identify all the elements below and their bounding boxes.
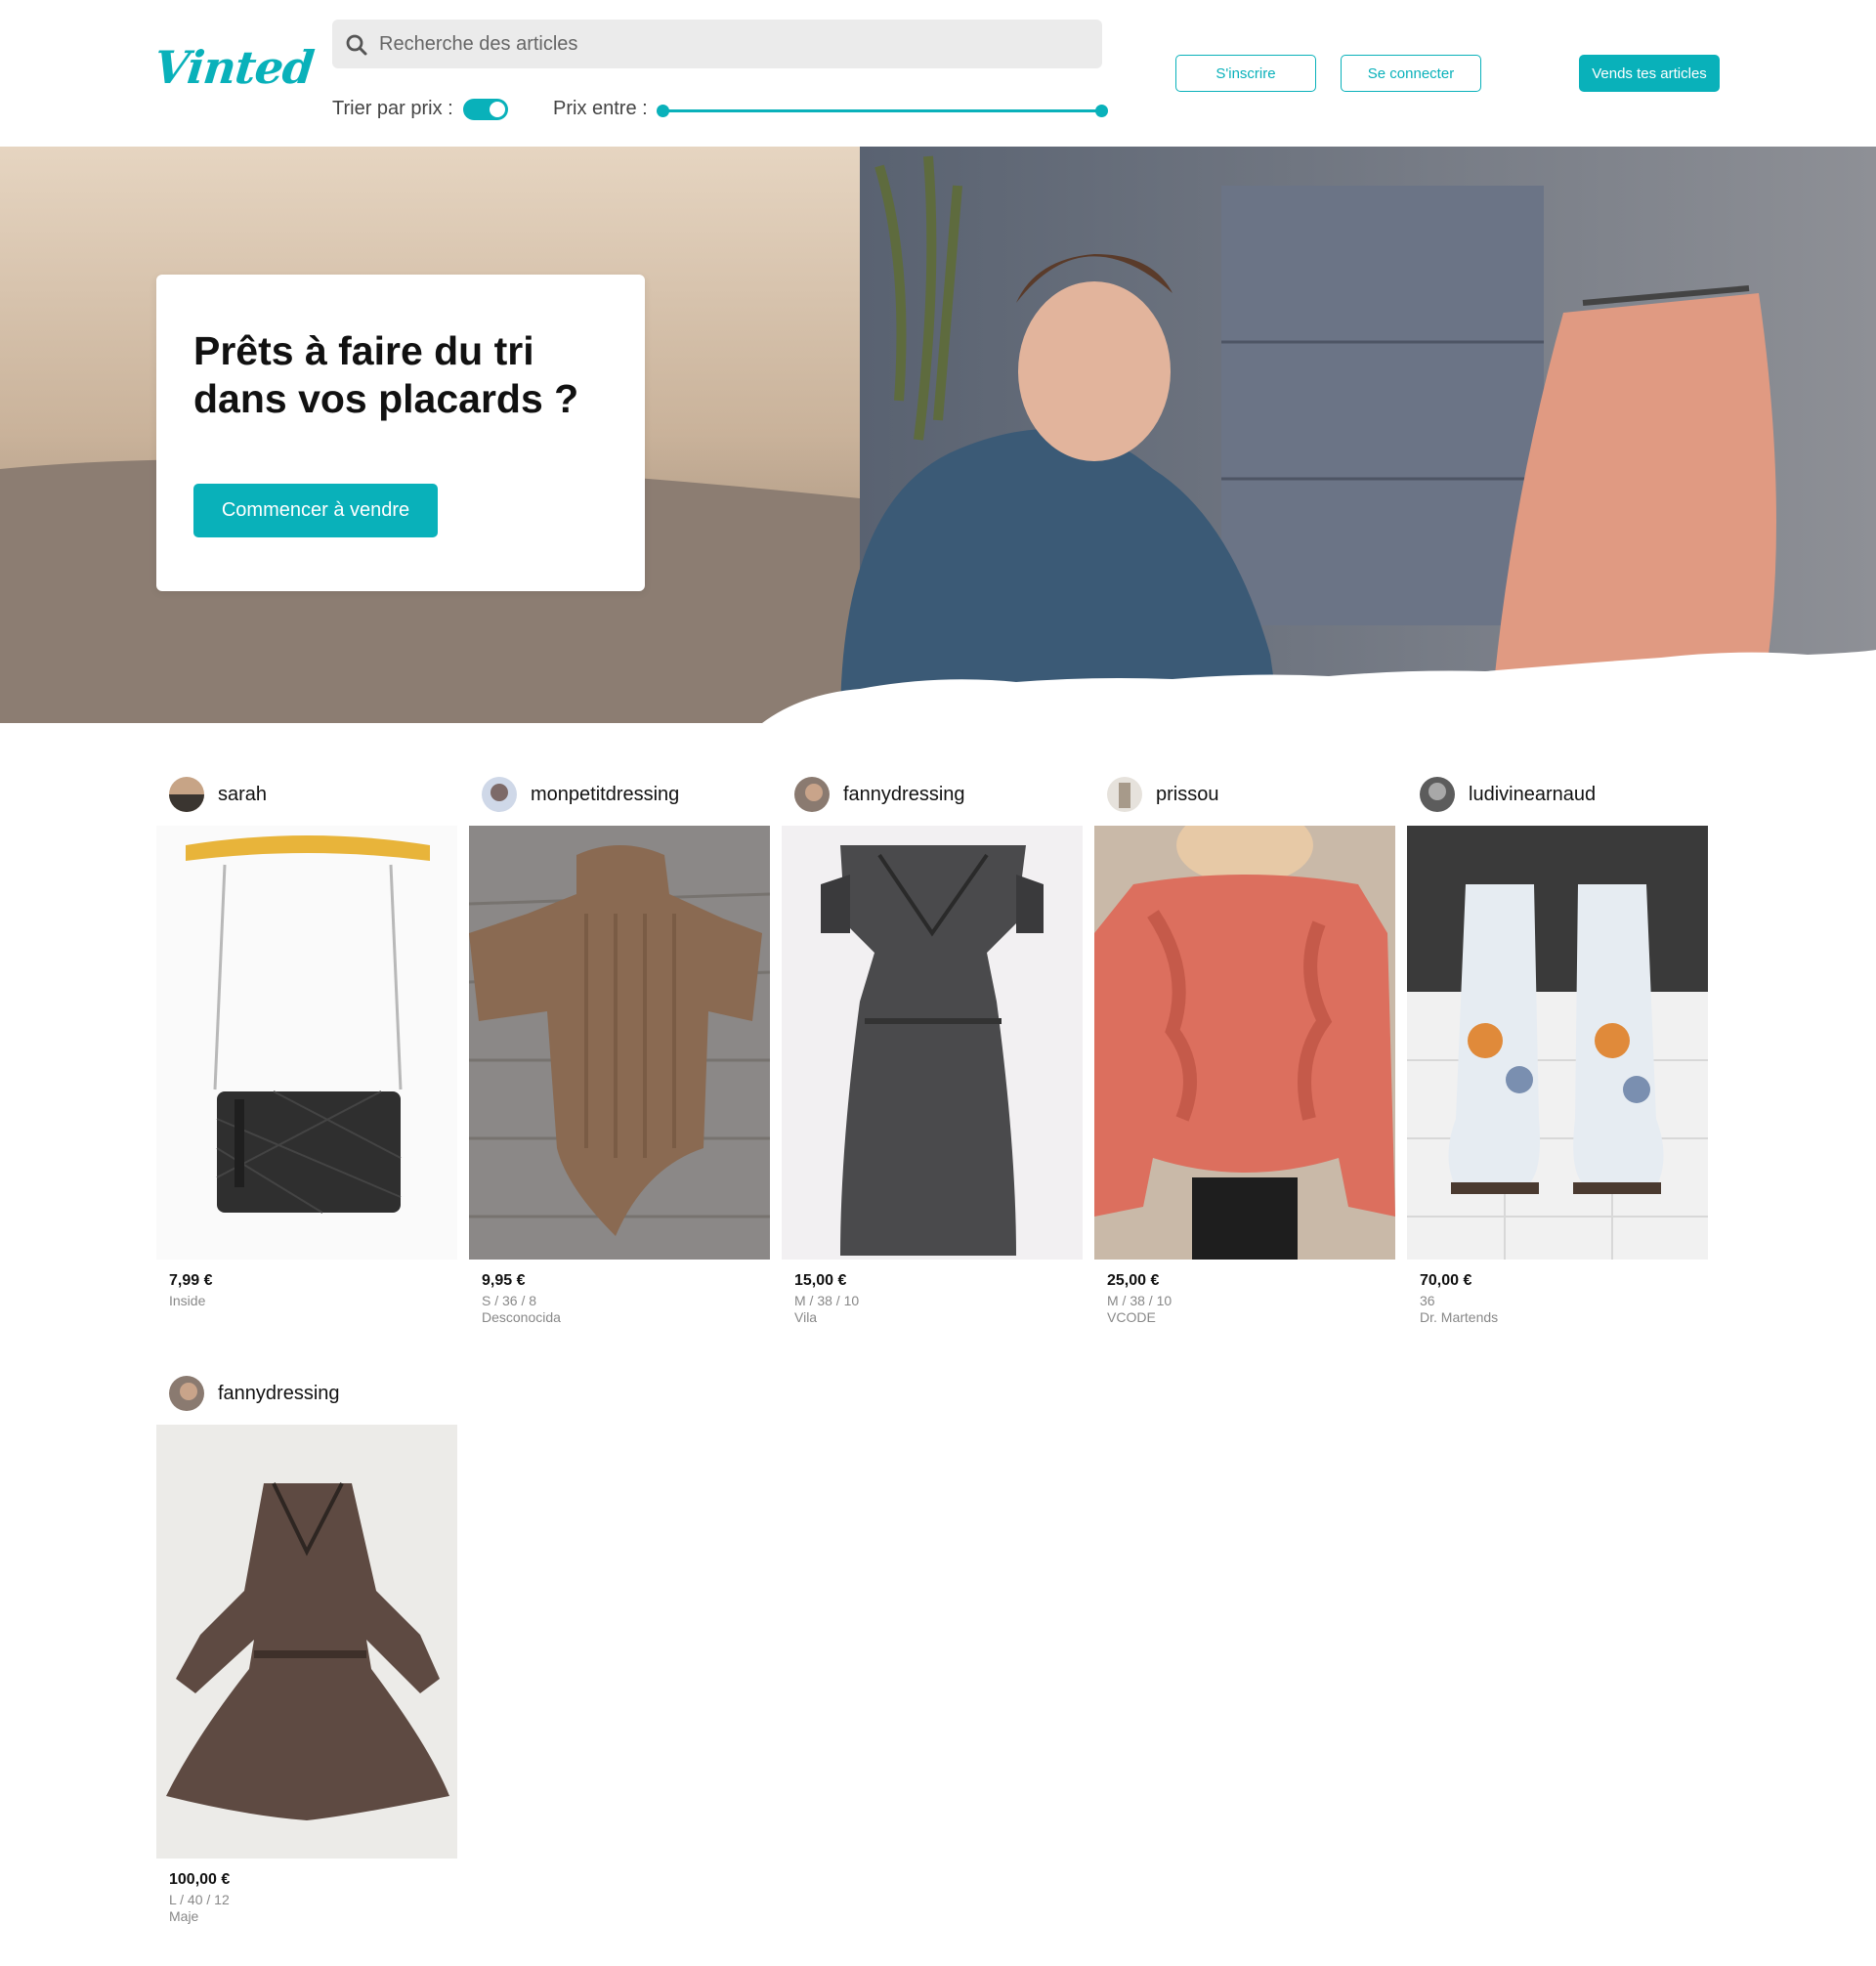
- item-price: 25,00 €: [1107, 1272, 1160, 1289]
- seller-username: sarah: [218, 783, 268, 805]
- sweater-icon: [469, 826, 770, 1260]
- item-details: Inside: [169, 1293, 205, 1309]
- item-price: 15,00 €: [794, 1272, 847, 1289]
- item-brand: VCODE: [1107, 1309, 1156, 1325]
- item-size: M / 38 / 10: [794, 1293, 860, 1308]
- avatar: [482, 777, 517, 812]
- vinted-logo[interactable]: Vinted: [151, 41, 316, 94]
- search-bar[interactable]: [332, 20, 1102, 68]
- item-size: M / 38 / 10: [1107, 1293, 1172, 1308]
- login-button[interactable]: Se connecter: [1341, 55, 1481, 92]
- item-seller[interactable]: fannydressing: [794, 777, 965, 812]
- sort-toggle[interactable]: [462, 98, 508, 120]
- hero-title: Prêts à faire du tri dans vos placards ?: [193, 328, 579, 421]
- item-seller[interactable]: monpetitdressing: [482, 777, 679, 812]
- boots-icon: [1407, 826, 1708, 1260]
- avatar: [169, 777, 204, 812]
- start-selling-button[interactable]: Commencer à vendre: [193, 484, 438, 537]
- item-size: S / 36 / 8: [482, 1293, 537, 1308]
- price-filter: Prix entre :: [553, 98, 648, 120]
- item-brand: Inside: [169, 1293, 206, 1308]
- search-input[interactable]: [379, 20, 1083, 68]
- avatar: [1107, 777, 1142, 812]
- item-photo[interactable]: [156, 1425, 457, 1859]
- avatar: [794, 777, 830, 812]
- price-range-slider[interactable]: [657, 105, 1108, 117]
- item-details: M / 38 / 10 VCODE: [1107, 1293, 1172, 1326]
- header: Vinted Trier par prix : Prix entre : S'i…: [0, 0, 1876, 147]
- item-price: 100,00 €: [169, 1871, 231, 1888]
- item-price: 7,99 €: [169, 1272, 213, 1289]
- seller-username: monpetitdressing: [531, 783, 680, 805]
- item-photo[interactable]: [1407, 826, 1708, 1260]
- item-price: 9,95 €: [482, 1272, 526, 1289]
- toggle-knob: [489, 101, 505, 117]
- item-photo[interactable]: [469, 826, 770, 1260]
- sell-items-button[interactable]: Vends tes articles: [1579, 55, 1720, 92]
- seller-username: ludivinearnaud: [1469, 783, 1597, 805]
- item-details: 36 Dr. Martends: [1420, 1293, 1498, 1326]
- item-photo[interactable]: [156, 826, 457, 1260]
- range-max-handle[interactable]: [1095, 105, 1108, 117]
- item-seller[interactable]: ludivinearnaud: [1420, 777, 1596, 812]
- item-seller[interactable]: sarah: [169, 777, 267, 812]
- ruffle-sweater-icon: [1094, 826, 1395, 1260]
- seller-username: prissou: [1156, 783, 1219, 805]
- range-track: [662, 109, 1102, 112]
- dress-icon: [782, 826, 1083, 1260]
- sort-by-price: Trier par prix :: [332, 98, 508, 120]
- item-details: M / 38 / 10 Vila: [794, 1293, 859, 1326]
- avatar: [1420, 777, 1455, 812]
- range-min-handle[interactable]: [657, 105, 669, 117]
- item-photo[interactable]: [782, 826, 1083, 1260]
- seller-username: fannydressing: [218, 1382, 340, 1404]
- item-details: L / 40 / 12 Maje: [169, 1892, 230, 1925]
- signup-button[interactable]: S'inscrire: [1175, 55, 1316, 92]
- item-size: L / 40 / 12: [169, 1892, 230, 1907]
- bag-icon: [156, 826, 457, 1260]
- item-seller[interactable]: prissou: [1107, 777, 1218, 812]
- item-size: 36: [1420, 1293, 1435, 1308]
- item-details: S / 36 / 8 Desconocida: [482, 1293, 561, 1326]
- item-photo[interactable]: [1094, 826, 1395, 1260]
- sort-label: Trier par prix :: [332, 98, 453, 119]
- search-icon: [346, 34, 367, 56]
- hero-banner: Prêts à faire du tri dans vos placards ?…: [0, 147, 1876, 723]
- item-brand: Maje: [169, 1908, 199, 1924]
- floral-dress-icon: [156, 1425, 457, 1859]
- price-label: Prix entre :: [553, 98, 648, 119]
- item-brand: Dr. Martends: [1420, 1309, 1499, 1325]
- item-brand: Vila: [794, 1309, 818, 1325]
- avatar: [169, 1376, 204, 1411]
- seller-username: fannydressing: [843, 783, 965, 805]
- hero-card: Prêts à faire du tri dans vos placards ?…: [156, 275, 645, 591]
- item-seller[interactable]: fannydressing: [169, 1376, 340, 1411]
- item-brand: Desconocida: [482, 1309, 561, 1325]
- item-price: 70,00 €: [1420, 1272, 1472, 1289]
